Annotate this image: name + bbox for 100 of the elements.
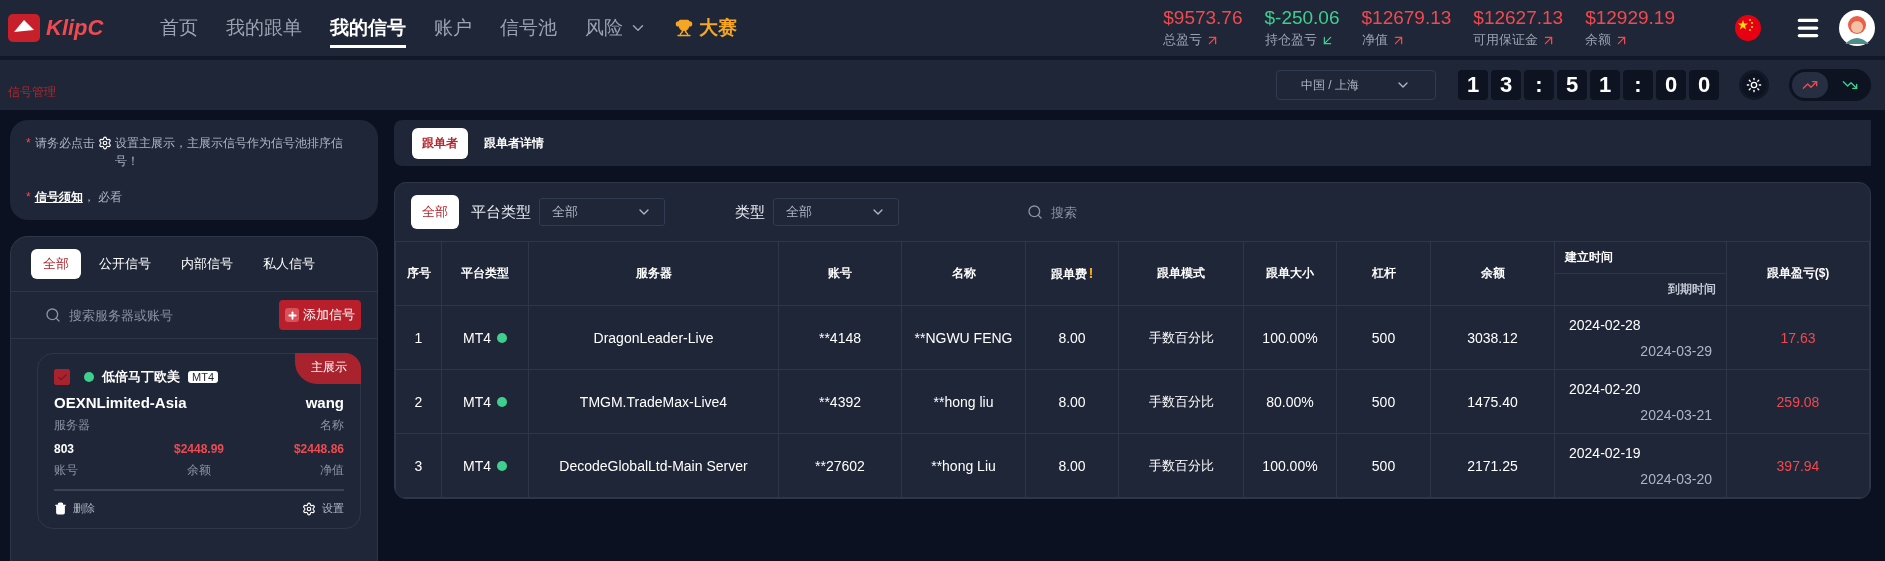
delete-button[interactable]: 删除	[54, 501, 95, 516]
table-cell: DecodeGlobalLtd-Main Server	[559, 457, 748, 474]
signal-tab[interactable]: 公开信号	[87, 249, 163, 279]
stat-value: $12627.13	[1473, 7, 1564, 29]
column-header: 跟单模式	[1118, 241, 1244, 306]
notice-text: 请务必点击	[34, 135, 95, 152]
column-header: 账号	[778, 241, 902, 306]
avatar[interactable]	[1839, 10, 1875, 46]
table-cell: 500	[1371, 329, 1396, 346]
expiry-date: 2024-03-21	[1639, 406, 1712, 423]
column-header: 平台类型	[441, 241, 529, 306]
table-cell: 2171.25	[1467, 457, 1518, 474]
nav-link[interactable]: 风险	[571, 0, 661, 56]
tab[interactable]: 跟单者详情	[474, 127, 554, 159]
server-value: OEXNLimited-Asia	[54, 394, 188, 411]
all-filter-button[interactable]: 全部	[411, 195, 459, 229]
plus-icon	[285, 308, 299, 322]
table-cell: 397.94	[1776, 457, 1820, 474]
signal-tab[interactable]: 私人信号	[251, 249, 327, 279]
table-cell: 80.00%	[1266, 393, 1314, 410]
signal-card[interactable]: 主展示 低倍马丁欧美 MT4 OEXNLimited-Asia wang 服务器 名称 803 $2448.99 $2448.86 账号 余额 净值 删除 设置	[37, 353, 361, 529]
trend-up-button[interactable]	[1792, 72, 1828, 98]
table-cell: 3	[414, 457, 423, 474]
column-header: 序号	[395, 241, 442, 306]
trophy-icon	[675, 19, 693, 37]
platform-select[interactable]: 全部	[539, 198, 665, 226]
nav-link[interactable]: 信号池	[486, 0, 571, 56]
table-cell: DragonLeader-Live	[593, 329, 714, 346]
settings-button[interactable]: 设置	[302, 501, 344, 516]
table-cell: 2	[414, 393, 423, 410]
clock-digit: 3	[1491, 70, 1521, 100]
table-cell: **NGWU FENG	[914, 329, 1013, 346]
column-header: 名称	[901, 241, 1026, 306]
check-icon	[56, 371, 68, 383]
stat-label: 余额	[1585, 31, 1612, 49]
filter-label: 类型	[735, 202, 765, 222]
nav-link[interactable]: 首页	[146, 0, 212, 56]
created-date: 2024-02-28	[1569, 316, 1642, 333]
table-cell: 手数百分比	[1148, 393, 1214, 409]
table-cell: MT4	[463, 329, 491, 346]
nav-link[interactable]: 账户	[420, 0, 486, 56]
field-label: 服务器	[54, 417, 91, 434]
stat-label: 总盈亏	[1163, 31, 1203, 49]
notice-link[interactable]: 信号须知	[34, 190, 83, 204]
nav-link[interactable]: 大赛	[661, 0, 751, 56]
clock-digit: 0	[1689, 70, 1719, 100]
table-cell: 8.00	[1058, 457, 1086, 474]
nav-link[interactable]: 我的跟单	[212, 0, 316, 56]
logo-text: KlipC	[46, 15, 104, 41]
clock-digit: 1	[1458, 70, 1488, 100]
table-cell: **hong liu	[933, 393, 994, 410]
table-cell: **27602	[815, 457, 865, 474]
search-icon	[45, 307, 61, 323]
table-cell: 3038.12	[1467, 329, 1518, 346]
column-header: 服务器	[528, 241, 779, 306]
tab[interactable]: 跟单者	[412, 127, 468, 159]
created-date: 2024-02-20	[1569, 380, 1642, 397]
table-cell: MT4	[463, 457, 491, 474]
region-select[interactable]: 中国 / 上海	[1276, 70, 1436, 100]
column-header: 余额	[1430, 241, 1555, 306]
trash-icon	[54, 502, 67, 515]
settings-icon	[97, 136, 112, 150]
stat-label: 持仓盈亏	[1264, 31, 1317, 49]
table-cell: 100.00%	[1262, 457, 1318, 474]
type-select[interactable]: 全部	[773, 198, 899, 226]
created-date: 2024-02-19	[1569, 444, 1642, 461]
table-cell: 100.00%	[1262, 329, 1318, 346]
equity-value: $2448.86	[292, 442, 344, 456]
table-cell: 259.08	[1776, 393, 1820, 410]
nav-link[interactable]: 我的信号	[316, 0, 420, 56]
field-label: 余额	[186, 462, 212, 479]
flag-icon[interactable]	[1735, 15, 1761, 41]
page-title: 信号管理	[8, 83, 56, 101]
table-cell: 17.63	[1780, 329, 1816, 346]
table-cell: 500	[1371, 393, 1396, 410]
theme-button[interactable]	[1739, 70, 1769, 100]
required-mark: *	[26, 190, 31, 204]
clock-digit: 1	[1590, 70, 1620, 100]
warning-mark: !	[1088, 264, 1094, 281]
clock-digit: :	[1524, 70, 1554, 100]
balance-value: $2448.99	[172, 442, 225, 456]
holder-value: wang	[304, 394, 344, 411]
field-label: 净值	[319, 462, 344, 479]
column-header: 杠杆	[1336, 241, 1431, 306]
search-field[interactable]: 搜索	[1049, 203, 1219, 221]
add-signal-button[interactable]: 添加信号	[279, 300, 361, 330]
table-cell: **4148	[818, 329, 861, 346]
search-field[interactable]: 搜索服务器或账号	[67, 306, 237, 324]
column-header: 跟单盈亏($)	[1726, 241, 1870, 306]
column-header: 建立时间	[1554, 241, 1727, 274]
table-cell: 手数百分比	[1148, 457, 1214, 473]
signal-tab[interactable]: 内部信号	[169, 249, 245, 279]
sun-icon	[1746, 77, 1762, 93]
checkbox[interactable]	[54, 369, 70, 385]
table-cell: 8.00	[1058, 393, 1086, 410]
stat-label: 净值	[1361, 31, 1388, 49]
field-label: 账号	[54, 462, 79, 479]
table-cell: 8.00	[1058, 329, 1086, 346]
clock-digit: :	[1623, 70, 1653, 100]
signal-tab[interactable]: 全部	[31, 249, 81, 279]
